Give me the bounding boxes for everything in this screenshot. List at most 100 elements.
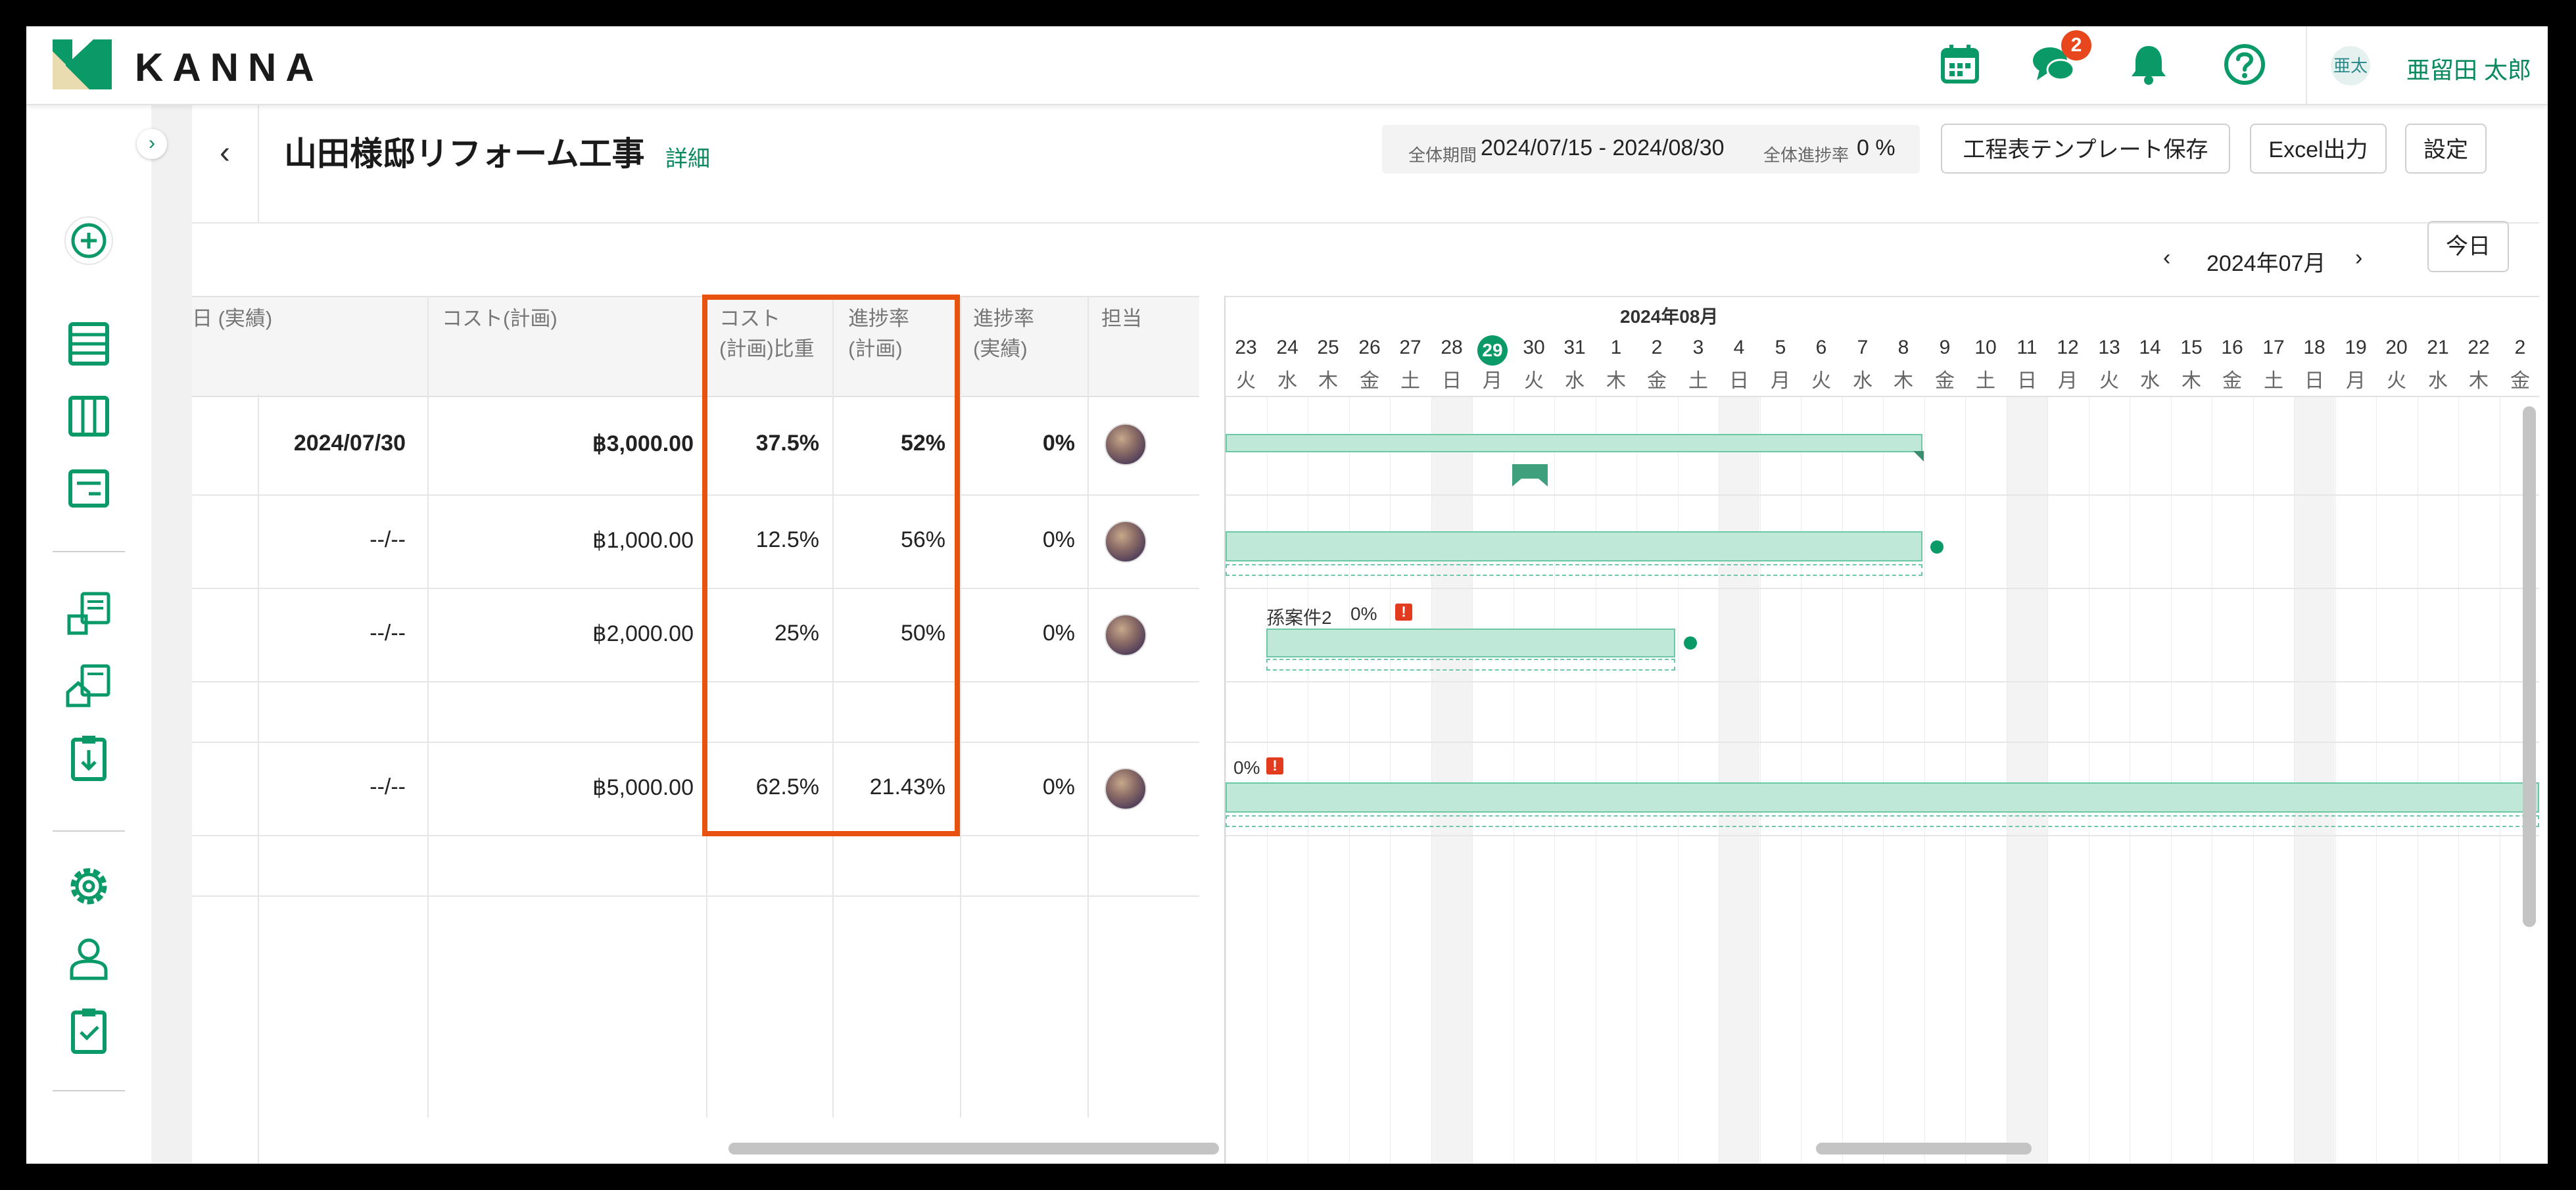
- back-button[interactable]: ‹: [205, 130, 245, 176]
- user-name[interactable]: 亜留田 太郎: [2406, 51, 2531, 85]
- gantt-day-column: [1349, 296, 1390, 1164]
- template-save-button[interactable]: 工程表テンプレート保存: [1941, 124, 2230, 174]
- gantt-day-number: 31: [1563, 337, 1586, 358]
- clipboard-check-icon[interactable]: [62, 1005, 115, 1057]
- settings-button[interactable]: 設定: [2405, 124, 2487, 174]
- help-icon[interactable]: [2221, 41, 2268, 88]
- gantt-day-number: 24: [1276, 337, 1299, 358]
- gantt-day-column: [1965, 296, 2006, 1164]
- warning-icon[interactable]: !: [1266, 757, 1283, 774]
- gantt-weekday: 金: [2222, 370, 2242, 392]
- gantt-weekday: 日: [2017, 370, 2037, 392]
- gantt-weekday: 金: [2510, 370, 2530, 392]
- gantt-day-column: [2418, 296, 2458, 1164]
- gantt-day-number: 25: [1317, 337, 1339, 358]
- row-date: 2024/07/30: [293, 431, 406, 456]
- bar-end-marker: [1913, 451, 1924, 462]
- header-divider: [2306, 26, 2307, 104]
- building-report-icon[interactable]: [62, 587, 115, 640]
- gantt-horizontal-scrollbar[interactable]: [1816, 1143, 2032, 1154]
- table-row[interactable]: --/-- ฿5,000.00 62.5% 21.43% 0%: [192, 742, 1199, 836]
- settings-icon[interactable]: [62, 860, 115, 913]
- calendar-icon[interactable]: [1936, 41, 1984, 88]
- gantt-plan-bar: [1226, 815, 2539, 827]
- warning-icon[interactable]: !: [1395, 604, 1412, 621]
- table-row[interactable]: 2024/07/30 ฿3,000.00 37.5% 52% 0%: [192, 394, 1199, 496]
- sidebar-toggle-button[interactable]: ›: [137, 129, 167, 159]
- gantt-day-column: [1554, 296, 1595, 1164]
- house-report-icon[interactable]: [62, 659, 115, 712]
- kanna-logo-icon[interactable]: [53, 39, 112, 89]
- add-icon[interactable]: [62, 214, 115, 267]
- gantt-day-number: 1: [1610, 337, 1622, 358]
- today-button[interactable]: 今日: [2427, 221, 2509, 272]
- bell-icon[interactable]: [2125, 41, 2172, 88]
- gantt-weekday: 土: [1976, 370, 1995, 392]
- excel-export-button[interactable]: Excel出力: [2250, 124, 2387, 174]
- sidebar-divider: [53, 551, 125, 552]
- prev-month-button[interactable]: ‹: [2163, 245, 2170, 271]
- gantt-day-column: [1390, 296, 1431, 1164]
- board-icon[interactable]: [62, 390, 115, 442]
- user-icon[interactable]: [62, 932, 115, 985]
- gantt-weekday: 火: [1811, 370, 1831, 392]
- milestone-flag-icon[interactable]: [1510, 462, 1550, 488]
- gantt-row-line: [1226, 588, 2539, 589]
- gantt-weekday: 日: [2304, 370, 2324, 392]
- gantt-weekday: 火: [1524, 370, 1544, 392]
- gantt-task-bar[interactable]: [1226, 531, 1922, 561]
- table-row[interactable]: --/-- ฿2,000.00 25% 50% 0%: [192, 588, 1199, 682]
- toolbar-divider: [192, 222, 2539, 224]
- gantt-day-number: 17: [2262, 337, 2285, 358]
- task-label: 孫案件2: [1266, 607, 1332, 628]
- gantt-day-column: [2007, 296, 2047, 1164]
- header-assignee: 担当: [1101, 307, 1142, 330]
- table-row[interactable]: [192, 835, 1199, 897]
- task-progress: 0%: [1350, 604, 1377, 624]
- gantt-task-bar[interactable]: [1266, 629, 1675, 657]
- table-row[interactable]: --/-- ฿1,000.00 12.5% 56% 0%: [192, 494, 1199, 589]
- gantt-day-column: [1719, 296, 1759, 1164]
- progress-dot: [1930, 540, 1944, 554]
- gantt-row-line: [1226, 494, 2539, 496]
- table-horizontal-scrollbar[interactable]: [728, 1143, 1219, 1154]
- detail-link[interactable]: 詳細: [665, 141, 710, 173]
- assignee-avatar[interactable]: [1105, 614, 1147, 656]
- period-summary: 全体期間 2024/07/15 - 2024/08/30 全体進捗率 0 %: [1382, 125, 1920, 174]
- user-avatar[interactable]: 亜太: [2331, 46, 2370, 85]
- gantt-day-column: [2458, 296, 2499, 1164]
- clipboard-download-icon[interactable]: [62, 732, 115, 784]
- gantt-day-column: [2089, 296, 2130, 1164]
- gantt-weekday: 木: [1894, 370, 1913, 392]
- row-progress-actual: 0%: [1042, 621, 1075, 646]
- sidebar-gutter: [151, 104, 192, 1164]
- gantt-day-number: 21: [2427, 337, 2449, 358]
- assignee-avatar[interactable]: [1105, 423, 1147, 465]
- gantt-vertical-scrollbar[interactable]: [2523, 406, 2536, 927]
- gantt-day-number: 15: [2180, 337, 2203, 358]
- gantt-day-number: 2: [2514, 337, 2526, 358]
- gantt-header: 2024年08月 23 火 24 水 25 木 26 金 27 土 28 日 29 月 30 火 31 水 1 木 2 金…: [1226, 296, 2539, 397]
- header-cost-plan: コスト(計画): [442, 307, 558, 330]
- next-month-button[interactable]: ›: [2355, 245, 2362, 271]
- document-icon[interactable]: [62, 462, 115, 515]
- list-icon[interactable]: [62, 318, 115, 370]
- gantt-weekday: 土: [1400, 370, 1420, 392]
- gantt-task-bar[interactable]: [1226, 434, 1922, 452]
- gantt-weekday: 木: [2469, 370, 2489, 392]
- assignee-avatar[interactable]: [1105, 521, 1147, 563]
- row-progress-actual: 0%: [1042, 527, 1075, 552]
- gantt-task-bar[interactable]: [1226, 782, 2539, 813]
- gantt-day-column: [1760, 296, 1801, 1164]
- gantt-weekday: 月: [2058, 370, 2078, 392]
- gantt-day-number: 28: [1441, 337, 1463, 358]
- assignee-avatar[interactable]: [1105, 768, 1147, 810]
- table-row[interactable]: [192, 681, 1199, 743]
- gantt-weekday: 金: [1360, 370, 1379, 392]
- gantt-weekday: 火: [2099, 370, 2119, 392]
- gantt-day-number: 2: [1651, 337, 1663, 358]
- progress-label: 全体進捗率: [1763, 145, 1849, 165]
- gantt-day-number: 18: [2303, 337, 2326, 358]
- title-divider: [258, 104, 259, 222]
- gantt-day-number: 10: [1974, 337, 1997, 358]
